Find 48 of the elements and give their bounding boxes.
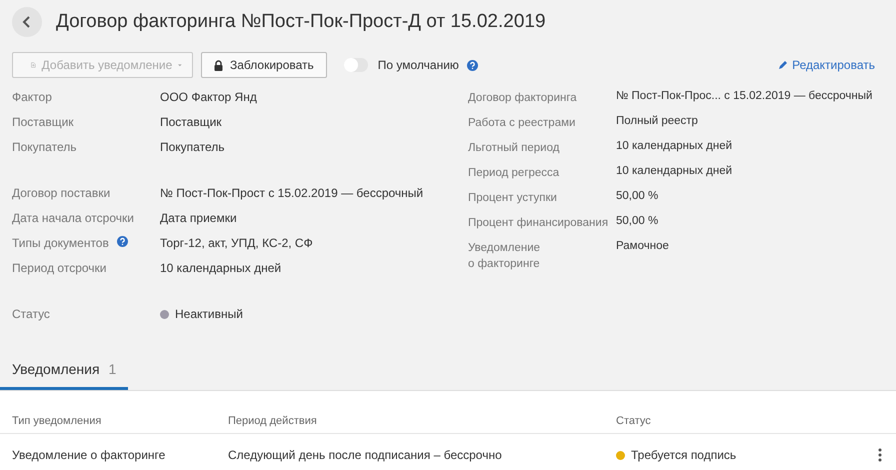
field-value: № Пост-Пок-Прост с 15.02.2019 — бессрочный [160,186,424,200]
field-value: Неактивный [175,307,243,321]
field-value: 50,00 % [616,215,658,227]
field-label: Статус [12,307,50,321]
page-title: Договор факторинга №Пост-Пок-Прост-Д от 15.02.2019 [56,11,546,33]
default-toggle[interactable] [344,58,368,72]
field-label: Типы документов [12,236,109,250]
more-icon[interactable] [878,448,882,462]
field-label: Процент финансирования [468,216,608,231]
field-value: ООО Фактор Янд [160,90,257,104]
lock-button[interactable]: Заблокировать [201,52,327,78]
field-label: Период отсрочки [12,261,106,275]
table-cell-text: Следующий день после подписания – бессрочно [228,448,503,462]
field-value: 10 календарных дней [160,261,282,275]
field-label: Период регресса [468,166,560,181]
column-header: Тип уведомления [12,415,102,427]
field-label: Уведомление о факторинге [468,241,540,272]
field-label: Договор факторинга [468,91,577,106]
notifications-tab[interactable]: Уведомления 1 [0,361,128,390]
back-button[interactable] [12,7,42,37]
field-label: Поставщик [12,115,74,129]
pencil-icon [778,60,788,70]
column-header: Статус [616,415,651,427]
field-value: № Пост-Пок-Прос... с 15.02.2019 — бессрочный [616,90,872,102]
field-value: 10 календарных дней [616,165,732,177]
help-icon[interactable] [116,236,128,247]
table-cell: Требуется подпись [631,448,736,462]
field-value: 50,00 % [616,190,658,202]
lock-icon [214,60,223,70]
field-value: Покупатель [160,140,224,154]
field-value: Дата приемки [160,211,237,225]
field-label: Покупатель [12,140,76,154]
help-icon[interactable] [466,60,478,70]
column-header: Период действия [228,415,318,427]
field-value: Торг-12, акт, УПД, КС-2, СФ [160,236,313,250]
field-value: Поставщик [160,115,222,129]
edit-link[interactable]: Редактировать [778,58,875,72]
field-label: Договор поставки [12,186,110,200]
field-label: Фактор [12,90,52,104]
field-value: 10 календарных дней [616,140,732,152]
field-label: Работа с реестрами [468,116,576,131]
field-label: Льготный период [468,141,560,156]
field-label: Дата начала отсрочки [12,211,134,225]
field-value: Полный реестр [616,115,698,127]
default-label: По умолчанию [378,58,459,72]
field-label: Процент уступки [468,191,557,206]
table-cell-text: Уведомление о факторинге [12,448,166,462]
field-value: Рамочное [616,240,669,252]
